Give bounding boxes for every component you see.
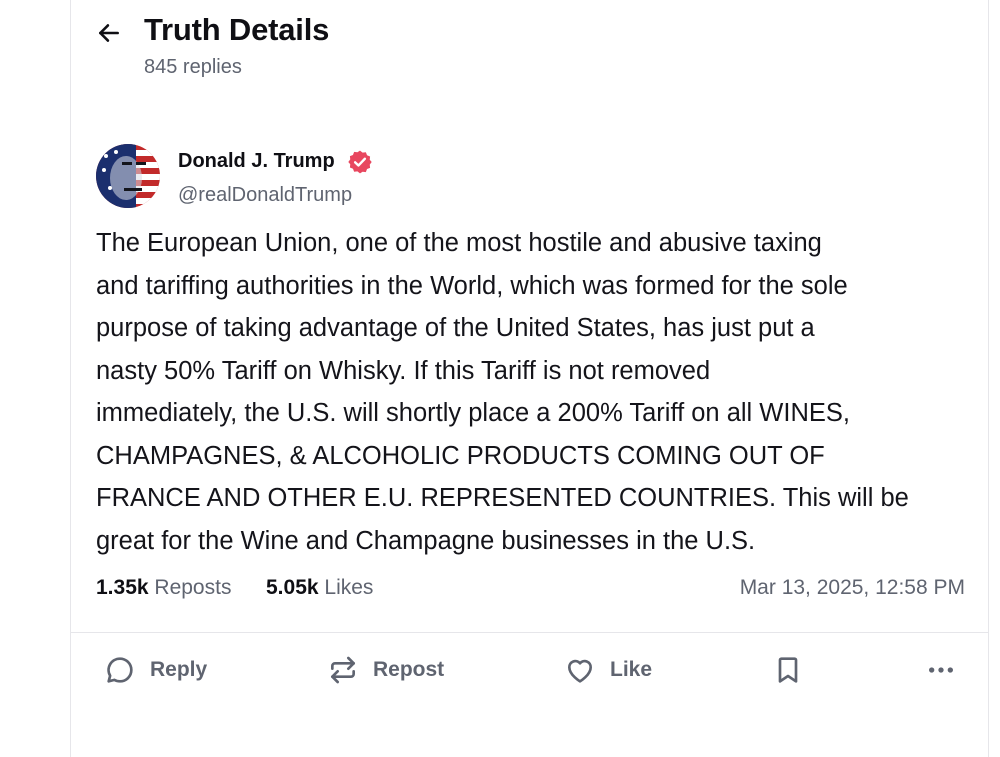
- repost-button[interactable]: Repost: [327, 652, 444, 688]
- post-timestamp: Mar 13, 2025, 12:58 PM: [739, 576, 965, 599]
- like-button[interactable]: Like: [564, 652, 652, 688]
- verified-badge-icon: [348, 150, 372, 174]
- bookmark-icon: [778, 657, 798, 683]
- bookmark-button[interactable]: [772, 652, 804, 688]
- repost-icon: [331, 656, 355, 684]
- more-button[interactable]: [925, 652, 957, 688]
- reposts-label: Reposts: [154, 576, 232, 599]
- post-text: The European Union, one of the most host…: [96, 229, 909, 555]
- page-title: Truth Details: [144, 12, 330, 47]
- repost-label: Repost: [373, 658, 445, 681]
- like-label: Like: [610, 658, 653, 681]
- reply-icon: [107, 657, 133, 683]
- heart-icon: [568, 659, 592, 683]
- reply-label: Reply: [150, 658, 208, 681]
- likes-stat[interactable]: 5.05k Likes: [266, 576, 373, 600]
- reply-button[interactable]: Reply: [104, 652, 207, 688]
- reposts-count: 1.35k: [96, 576, 149, 599]
- likes-label: Likes: [324, 576, 374, 599]
- reposts-stat[interactable]: 1.35k Reposts: [96, 576, 231, 600]
- post-stats: 1.35k Reposts 5.05k Likes Mar 13, 2025, …: [96, 576, 965, 608]
- reply-count: 845 replies: [144, 56, 242, 78]
- back-button[interactable]: [96, 16, 130, 50]
- author-handle[interactable]: @realDonaldTrump: [178, 184, 352, 207]
- avatar[interactable]: [96, 144, 160, 208]
- back-arrow-icon: [99, 24, 119, 42]
- more-icon: [929, 667, 953, 673]
- author-name[interactable]: Donald J. Trump: [178, 150, 335, 173]
- divider: [70, 632, 989, 633]
- likes-count: 5.05k: [266, 576, 319, 599]
